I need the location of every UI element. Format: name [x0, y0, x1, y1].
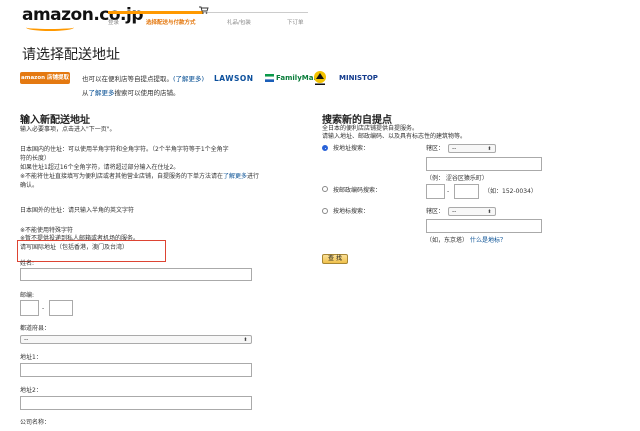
- search-button[interactable]: 查 找: [322, 254, 348, 264]
- ministop-logo: MINISTOP: [339, 74, 378, 82]
- pickup-zip-input-2[interactable]: [454, 184, 479, 199]
- search-by-zip-label: 按邮政编码搜索：: [333, 187, 382, 194]
- radio-search-by-landmark[interactable]: [322, 208, 328, 214]
- landmark-example: （如，东京塔） 什么是地标？: [426, 236, 506, 245]
- logo-smile-icon: [26, 24, 74, 31]
- dropdown-arrow-icon: ⬍: [487, 146, 492, 152]
- example-zip: （如：152-0034）: [484, 188, 537, 195]
- pickup-info-line-1: 也可以在便利店等自提点提取。(了解更多): [82, 75, 205, 83]
- search-by-landmark-label: 按地标搜索：: [333, 208, 370, 215]
- pickup-zip-input-1[interactable]: [426, 184, 445, 199]
- familymart-icon: [265, 74, 274, 82]
- learn-more-link-1[interactable]: (了解更多): [173, 75, 204, 83]
- ward-value: --: [452, 145, 457, 152]
- dropdown-arrow-icon: ⬍: [487, 209, 492, 215]
- zip-dash: -: [42, 305, 45, 312]
- address2-input[interactable]: [20, 396, 252, 410]
- cart-icon: [199, 6, 209, 14]
- jp-address-notes: 日本国内的住址：可以使用半角字符和全角字符。（2个半角字符等于1个全角字 符的长…: [20, 146, 260, 189]
- amazon-pickup-badge: amazon 店铺提取: [20, 72, 70, 84]
- pickup-address-input[interactable]: [426, 157, 542, 171]
- radio-search-by-zip[interactable]: [322, 186, 328, 192]
- prefecture-label: 都道府县：: [20, 325, 51, 332]
- step-gift: 礼品/包装: [227, 20, 251, 26]
- dropdown-arrow-icon: ⬍: [243, 337, 248, 343]
- example-address: （例： 涩谷区猿乐町）: [426, 175, 488, 182]
- pickup-zip-dash: -: [447, 188, 450, 195]
- example-landmark: （如，东京塔）: [426, 237, 469, 244]
- address2-label: 地址2：: [20, 387, 42, 394]
- jp-learn-more-link[interactable]: 了解更多: [223, 173, 247, 180]
- new-address-subtitle: 输入必要事项，点击进入"下一页"。: [20, 126, 116, 133]
- landmark-ward-label: 辖区：: [426, 208, 445, 215]
- new-address-title: 输入新配送地址: [20, 115, 90, 126]
- step-login: 登录: [108, 20, 120, 26]
- address1-label: 地址1：: [20, 354, 42, 361]
- name-label: 姓名:: [20, 260, 35, 267]
- prefecture-value: --: [24, 336, 29, 343]
- what-is-landmark-link[interactable]: 什么是地标？: [470, 237, 506, 244]
- landmark-ward-value: --: [452, 208, 457, 215]
- learn-more-link-2[interactable]: 了解更多: [89, 89, 115, 97]
- ward-select[interactable]: -- ⬍: [448, 144, 496, 153]
- international-address-link[interactable]: 请写国际地址（包括香港，澳门及台湾）: [20, 243, 128, 252]
- yamato-logo-icon: [314, 71, 326, 85]
- name-input[interactable]: [20, 268, 252, 281]
- intl-address-note: 日本国外的住址：请只输入半角的英文字符: [20, 207, 135, 214]
- company-label: 公司名称：: [20, 419, 51, 426]
- step-shipping-payment: 选择配送与付款方式: [146, 20, 196, 26]
- search-by-address-label: 按地址搜索：: [333, 145, 370, 152]
- landmark-ward-select[interactable]: -- ⬍: [448, 207, 496, 216]
- prefecture-select[interactable]: -- ⬍: [20, 335, 252, 344]
- zip-input-2[interactable]: [49, 300, 73, 316]
- zip-input-1[interactable]: [20, 300, 39, 316]
- zip-label: 邮编:: [20, 292, 35, 299]
- pickup-info-line-2: 从了解更多搜索可以使用的店铺。: [82, 89, 180, 97]
- radio-search-by-address[interactable]: [322, 145, 328, 151]
- ward-label: 辖区：: [426, 145, 445, 152]
- address1-input[interactable]: [20, 363, 252, 377]
- lawson-logo: LAWSON: [214, 74, 254, 83]
- page-title: 请选择配送地址: [22, 47, 120, 63]
- pickup-search-desc-2: 请输入地址、邮政编码、以及具有标志性的建筑物等。: [322, 133, 467, 140]
- step-place-order: 下订单: [287, 20, 304, 26]
- checkout-progress: 登录 选择配送与付款方式 礼品/包装 下订单: [108, 5, 308, 27]
- landmark-input[interactable]: [426, 219, 542, 233]
